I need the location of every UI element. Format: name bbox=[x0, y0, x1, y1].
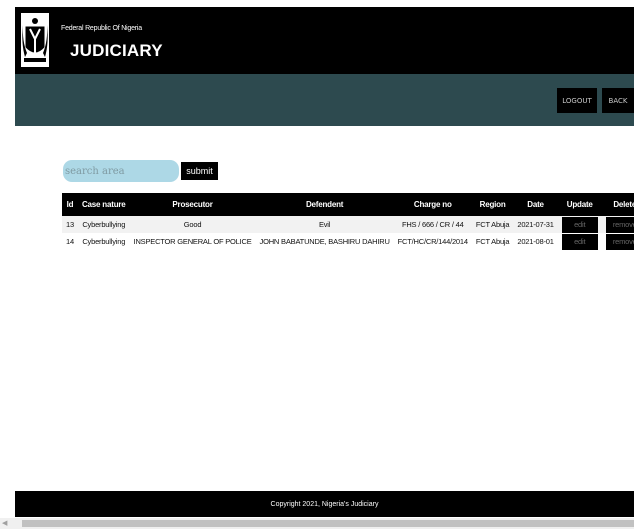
table-header-row: Id Case nature Prosecutor Defendent Char… bbox=[62, 193, 634, 216]
cell-delete: remove bbox=[601, 233, 634, 250]
cell-date: 2021-07-31 bbox=[513, 216, 558, 233]
column-header-delete: Delete bbox=[601, 193, 634, 216]
table-row: 13 Cyberbullying Good Evil FHS / 666 / C… bbox=[62, 216, 634, 233]
cell-defendent: JOHN BABATUNDE, BASHIRU DAHIRU bbox=[255, 233, 394, 250]
cell-region: FCT Abuja bbox=[471, 216, 514, 233]
cell-update: edit bbox=[557, 216, 602, 233]
edit-button[interactable]: edit bbox=[561, 216, 598, 233]
cell-region: FCT Abuja bbox=[471, 233, 514, 250]
brand-title: JUDICIARY bbox=[70, 41, 163, 60]
edit-button[interactable]: edit bbox=[561, 233, 598, 250]
cases-table: Id Case nature Prosecutor Defendent Char… bbox=[62, 193, 634, 250]
scrollbar-thumb[interactable] bbox=[22, 520, 634, 527]
cell-delete: remove bbox=[601, 216, 634, 233]
cell-defendent: Evil bbox=[255, 216, 394, 233]
column-header-prosecutor: Prosecutor bbox=[129, 193, 256, 216]
footer: Copyright 2021, Nigeria's Judiciary bbox=[15, 491, 634, 517]
search-input[interactable] bbox=[63, 160, 179, 182]
coat-of-arms-icon bbox=[21, 13, 49, 67]
remove-button[interactable]: remove bbox=[605, 233, 634, 250]
column-header-charge-no: Charge no bbox=[393, 193, 472, 216]
page: Federal Republic Of Nigeria JUDICIARY LO… bbox=[0, 0, 634, 529]
copyright-text: Copyright 2021, Nigeria's Judiciary bbox=[270, 500, 379, 508]
cell-case-nature: Cyberbullying bbox=[77, 233, 130, 250]
cell-date: 2021-08-01 bbox=[513, 233, 558, 250]
scroll-left-arrow-icon[interactable]: ◀ bbox=[2, 519, 7, 527]
column-header-id: Id bbox=[62, 193, 78, 216]
column-header-update: Update bbox=[557, 193, 602, 216]
column-header-date: Date bbox=[513, 193, 558, 216]
table-row: 14 Cyberbullying INSPECTOR GENERAL OF PO… bbox=[62, 233, 634, 250]
cell-case-nature: Cyberbullying bbox=[77, 216, 130, 233]
remove-button[interactable]: remove bbox=[605, 216, 634, 233]
submit-button[interactable]: submit bbox=[181, 162, 218, 180]
logout-button[interactable]: LOGOUT bbox=[557, 88, 597, 113]
back-button[interactable]: BACK bbox=[602, 88, 634, 113]
cell-update: edit bbox=[557, 233, 602, 250]
country-name: Federal Republic Of Nigeria bbox=[61, 25, 142, 32]
navbar: LOGOUT BACK bbox=[15, 74, 634, 126]
cell-prosecutor: Good bbox=[129, 216, 256, 233]
header: Federal Republic Of Nigeria JUDICIARY bbox=[15, 7, 634, 74]
column-header-region: Region bbox=[471, 193, 514, 216]
column-header-defendent: Defendent bbox=[255, 193, 394, 216]
cell-id: 13 bbox=[62, 216, 78, 233]
cell-id: 14 bbox=[62, 233, 78, 250]
cell-prosecutor: INSPECTOR GENERAL OF POLICE bbox=[129, 233, 256, 250]
cell-charge-no: FHS / 666 / CR / 44 bbox=[393, 216, 472, 233]
horizontal-scrollbar[interactable]: ◀ bbox=[0, 518, 634, 529]
cell-charge-no: FCT/HC/CR/144/2014 bbox=[393, 233, 472, 250]
column-header-case-nature: Case nature bbox=[77, 193, 130, 216]
